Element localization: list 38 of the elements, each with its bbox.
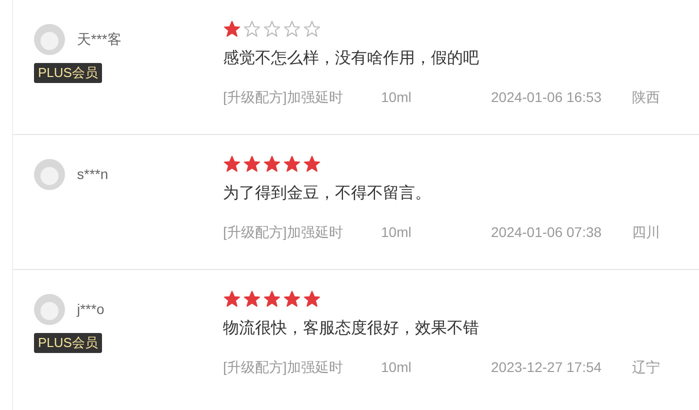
- product-spec: [升级配方]加强延时: [223, 358, 344, 377]
- product-size: 10ml: [381, 223, 412, 242]
- avatar-icon: [34, 294, 65, 325]
- plus-member-badge: PLUS会员: [34, 63, 102, 83]
- avatar-icon: [34, 159, 65, 190]
- star-icon: [303, 155, 321, 173]
- star-icon: [223, 155, 241, 173]
- star-icon: [243, 20, 261, 38]
- product-spec: [升级配方]加强延时: [223, 88, 344, 107]
- review-comment: 为了得到金豆，不得不留言。: [223, 184, 432, 204]
- star-icon: [223, 20, 241, 38]
- star-icon: [283, 155, 301, 173]
- review-time: 2024-01-06 07:38: [491, 223, 603, 242]
- product-size: 10ml: [381, 88, 412, 107]
- star-icon: [263, 155, 281, 173]
- star-icon: [283, 20, 301, 38]
- star-icon: [283, 290, 301, 308]
- avatar-icon: [34, 24, 65, 55]
- review-comment: 物流很快，客服态度很好，效果不错: [223, 318, 480, 339]
- plus-member-badge: PLUS会员: [34, 333, 102, 353]
- star-icon: [223, 290, 241, 308]
- star-icon: [303, 20, 321, 38]
- review-region: 辽宁: [632, 358, 660, 377]
- star-icon: [263, 290, 281, 308]
- product-spec: [升级配方]加强延时: [223, 223, 344, 242]
- star-icon: [243, 290, 261, 308]
- review-region: 陕西: [632, 88, 660, 107]
- star-icon: [243, 155, 261, 173]
- star-icon: [263, 20, 281, 38]
- review-comment: 感觉不怎么样，没有啥作用，假的吧: [223, 48, 480, 69]
- user-name: 天***客: [77, 30, 122, 49]
- review-region: 四川: [632, 223, 660, 242]
- user-name: s***n: [77, 165, 108, 184]
- star-icon: [303, 290, 321, 308]
- user-name: j***o: [77, 300, 104, 319]
- review-time: 2024-01-06 16:53: [491, 88, 603, 107]
- product-size: 10ml: [381, 358, 412, 377]
- review-time: 2023-12-27 17:54: [491, 358, 603, 377]
